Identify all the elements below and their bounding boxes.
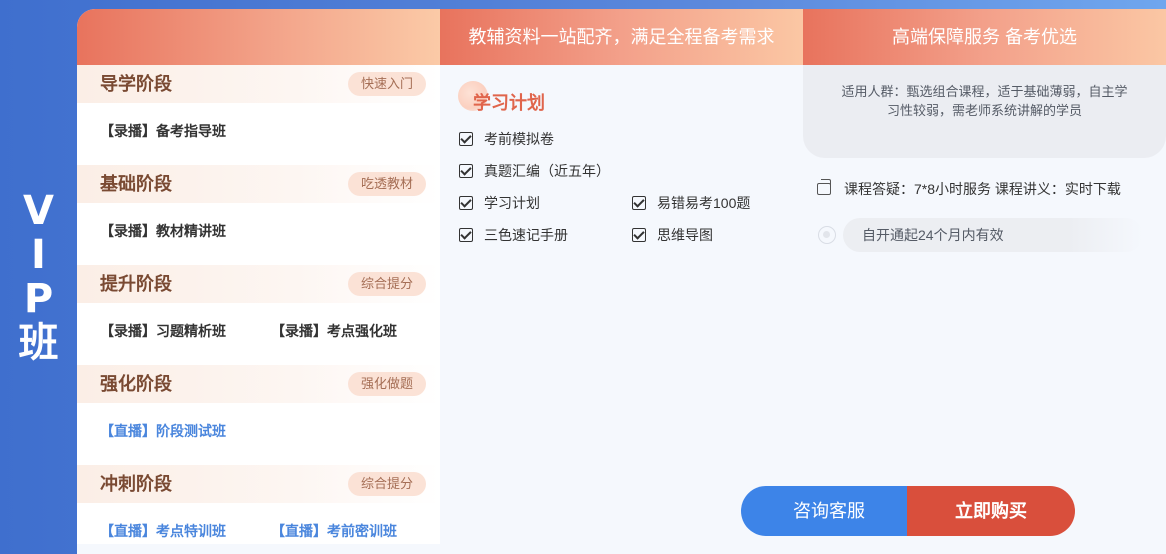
plan-item: 学习计划 xyxy=(459,193,540,213)
stages-column: 导学阶段 快速入门 【录播】备考指导班 基础阶段 吃透教材 【录播】教材精讲班 … xyxy=(77,65,440,554)
audience-description: 适用人群：甄选组合课程，适于基础薄弱，自主学习性较弱，需老师系统讲解的学员 xyxy=(803,65,1166,158)
course-link[interactable]: 【录播】习题精析班 xyxy=(100,321,226,341)
validity-pill: 自开通起24个月内有效 xyxy=(843,218,1143,252)
stage-tag: 吃透教材 xyxy=(347,172,426,196)
vip-char-ban: 班 xyxy=(18,320,59,366)
header-col1 xyxy=(77,9,440,65)
checked-box-icon xyxy=(632,196,646,210)
plan-item-label: 真题汇编（近五年） xyxy=(484,163,610,179)
vip-product-banner: V I P 班 教辅资料一站配齐，满足全程备考需求 高端保障服务 备考优选 导学… xyxy=(0,0,1166,554)
vip-class-label: V I P 班 xyxy=(0,0,77,554)
checked-box-icon xyxy=(632,228,646,242)
stage-tag: 强化做题 xyxy=(347,372,426,396)
plan-item-label: 三色速记手册 xyxy=(484,227,568,243)
vip-letter-v: V xyxy=(23,188,54,234)
stage-title-row: 导学阶段 快速入门 xyxy=(77,65,440,103)
checked-box-icon xyxy=(459,228,473,242)
service-features-text: 课程答疑：7*8小时服务 课程讲义：实时下载 xyxy=(844,181,1121,197)
vip-letter-i: I xyxy=(31,232,46,278)
stage-title-row: 强化阶段 强化做题 xyxy=(77,365,440,403)
stage-title-row: 冲刺阶段 综合提分 xyxy=(77,465,440,503)
plan-item: 思维导图 xyxy=(632,225,713,245)
checked-box-icon xyxy=(459,196,473,210)
checked-box-icon xyxy=(459,164,473,178)
stage-tag: 综合提分 xyxy=(347,472,426,496)
header-service-title: 高端保障服务 备考优选 xyxy=(892,27,1077,47)
vip-letter-p: P xyxy=(23,276,54,322)
stage-title-row: 基础阶段 吃透教材 xyxy=(77,165,440,203)
course-link[interactable]: 【录播】考点强化班 xyxy=(271,321,397,341)
buy-now-button[interactable]: 立即购买 xyxy=(907,486,1075,536)
plan-item: 易错易考100题 xyxy=(632,193,750,213)
consult-button[interactable]: 咨询客服 xyxy=(741,486,917,536)
service-column: 适用人群：甄选组合课程，适于基础薄弱，自主学习性较弱，需老师系统讲解的学员 课程… xyxy=(803,65,1166,554)
stage-title: 导学阶段 xyxy=(100,74,172,94)
header-materials-title: 教辅资料一站配齐，满足全程备考需求 xyxy=(468,27,775,47)
service-features: 课程答疑：7*8小时服务 课程讲义：实时下载 xyxy=(817,179,1121,199)
plan-item: 真题汇编（近五年） xyxy=(459,161,610,181)
checked-box-icon xyxy=(459,132,473,146)
stage-title: 基础阶段 xyxy=(100,174,172,194)
stage-title-row: 提升阶段 综合提分 xyxy=(77,265,440,303)
stage-title: 提升阶段 xyxy=(100,274,172,294)
vip-card: 教辅资料一站配齐，满足全程备考需求 高端保障服务 备考优选 导学阶段 快速入门 … xyxy=(77,9,1166,554)
stage-tag: 快速入门 xyxy=(347,72,426,96)
header-col2: 教辅资料一站配齐，满足全程备考需求 xyxy=(440,9,803,65)
plan-item-label: 学习计划 xyxy=(484,195,540,211)
radio-icon xyxy=(818,226,836,244)
plan-item: 三色速记手册 xyxy=(459,225,568,245)
course-link[interactable]: 【录播】备考指导班 xyxy=(100,121,226,141)
header-col3: 高端保障服务 备考优选 xyxy=(803,9,1166,65)
plan-item: 考前模拟卷 xyxy=(459,129,554,149)
stage-title: 强化阶段 xyxy=(100,374,172,394)
copy-icon xyxy=(817,179,831,195)
course-link[interactable]: 【录播】教材精讲班 xyxy=(100,221,226,241)
plan-item-label: 考前模拟卷 xyxy=(484,131,554,147)
materials-column: 学习计划 考前模拟卷 真题汇编（近五年） 学习计划 易错易考100题 三色速记手… xyxy=(440,65,803,554)
card-bottom xyxy=(77,544,1166,554)
plan-item-label: 易错易考100题 xyxy=(657,195,751,211)
stage-title: 冲刺阶段 xyxy=(100,474,172,494)
course-link[interactable]: 【直播】考前密训班 xyxy=(271,521,397,541)
stage-tag: 综合提分 xyxy=(347,272,426,296)
course-link[interactable]: 【直播】考点特训班 xyxy=(100,521,226,541)
plan-item-label: 思维导图 xyxy=(657,227,713,243)
plan-title: 学习计划 xyxy=(473,93,545,113)
course-link[interactable]: 【直播】阶段测试班 xyxy=(100,421,226,441)
